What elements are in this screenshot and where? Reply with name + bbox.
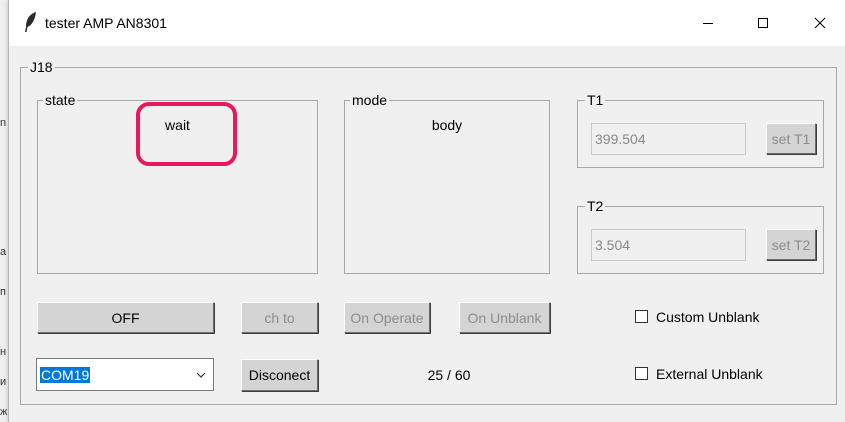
port-select-value: COM19 [40, 367, 91, 383]
custom-unblank-label[interactable]: Custom Unblank [656, 309, 760, 325]
close-button[interactable] [797, 0, 843, 46]
background-text: н [0, 346, 7, 358]
background-text: ж [0, 406, 8, 418]
maximize-button[interactable] [740, 0, 786, 46]
port-select[interactable]: COM19 [36, 358, 214, 391]
external-unblank-label[interactable]: External Unblank [656, 366, 763, 382]
feather-icon [25, 12, 36, 32]
off-button[interactable]: OFF [37, 302, 214, 333]
on-unblank-button[interactable]: On Unblank [459, 302, 550, 333]
mode-group-label: mode [350, 92, 390, 108]
progress-counter: 25 / 60 [427, 367, 471, 383]
background-text: и [0, 376, 7, 388]
set-t2-button[interactable]: set T2 [766, 229, 816, 260]
custom-unblank-checkbox[interactable] [635, 310, 648, 323]
minimize-button[interactable] [685, 0, 731, 46]
external-unblank-checkbox[interactable] [635, 367, 648, 380]
disconnect-button[interactable]: Disconect [241, 359, 318, 391]
chevron-down-icon[interactable] [195, 369, 207, 381]
device-group-label: J18 [28, 59, 55, 75]
t2-group-label: T2 [585, 198, 606, 214]
background-text: a [0, 246, 7, 258]
set-t1-button[interactable]: set T1 [766, 123, 816, 154]
app-window: tester AMP AN8301 J18 state wait mode bo… [8, 0, 845, 422]
close-icon [814, 17, 826, 29]
t1-group-label: T1 [585, 92, 606, 108]
window-title: tester AMP AN8301 [45, 15, 167, 31]
mode-value: body [431, 117, 463, 133]
title-bar[interactable]: tester AMP AN8301 [9, 0, 845, 46]
on-operate-button[interactable]: On Operate [344, 302, 430, 333]
t1-input[interactable]: 399.504 [591, 123, 746, 155]
minimize-icon [703, 23, 713, 24]
t2-input[interactable]: 3.504 [591, 229, 746, 261]
ch-to-button[interactable]: ch to [241, 302, 318, 333]
maximize-icon [758, 18, 768, 28]
background-text: п [0, 286, 6, 298]
background-text: n [0, 117, 7, 129]
state-group-label: state [43, 92, 78, 108]
highlight-annotation [136, 102, 237, 166]
